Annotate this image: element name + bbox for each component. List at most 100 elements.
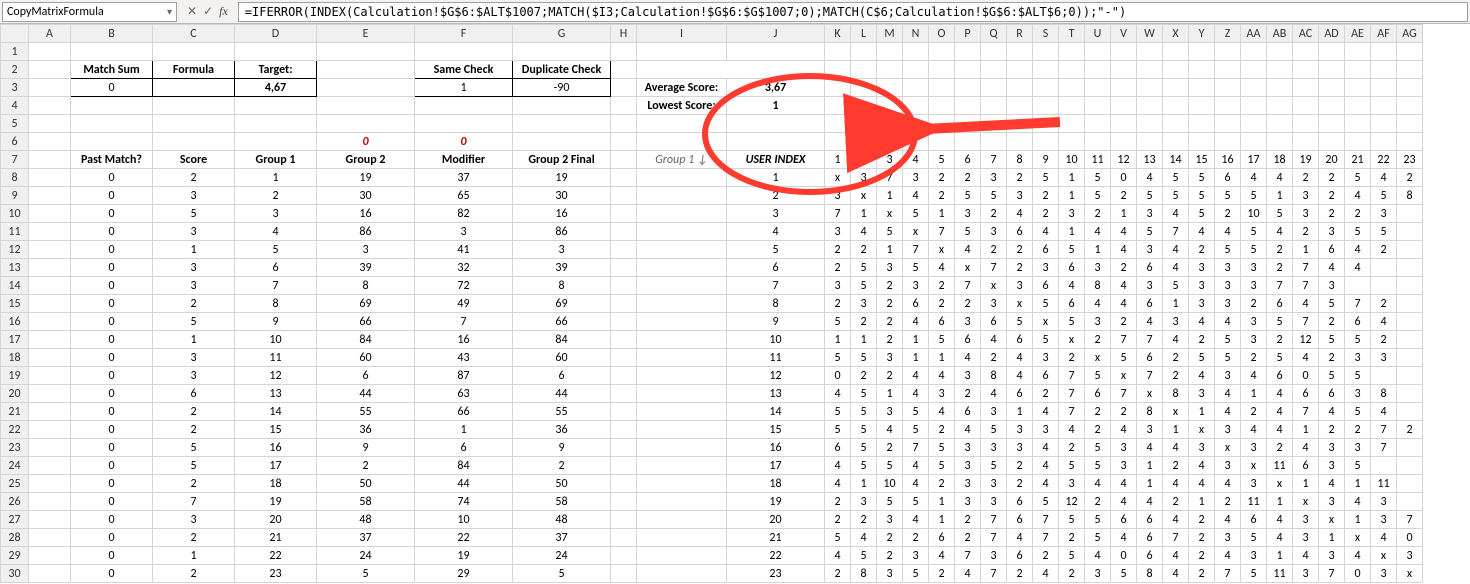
row-header-26[interactable]: 26: [1, 493, 29, 511]
cell[interactable]: [317, 115, 415, 133]
cell[interactable]: [1267, 43, 1293, 61]
cell[interactable]: [1397, 133, 1423, 151]
cell[interactable]: [29, 313, 71, 331]
cell[interactable]: [981, 79, 1007, 97]
col-header-R[interactable]: R: [1007, 25, 1033, 43]
cell[interactable]: [1085, 97, 1111, 115]
cell[interactable]: [29, 223, 71, 241]
cell[interactable]: [415, 43, 513, 61]
cell[interactable]: [955, 115, 981, 133]
cell[interactable]: [637, 349, 727, 367]
col-header-M[interactable]: M: [877, 25, 903, 43]
cell[interactable]: [637, 205, 727, 223]
col-header-AB[interactable]: AB: [1267, 25, 1293, 43]
cell[interactable]: [611, 475, 637, 493]
row-header-21[interactable]: 21: [1, 403, 29, 421]
cell[interactable]: [1319, 79, 1345, 97]
row-header-2[interactable]: 2: [1, 61, 29, 79]
cell[interactable]: [29, 421, 71, 439]
cell[interactable]: [1033, 115, 1059, 133]
cell[interactable]: [903, 133, 929, 151]
cell[interactable]: [1033, 97, 1059, 115]
cell[interactable]: [903, 43, 929, 61]
cell[interactable]: [235, 115, 317, 133]
cell[interactable]: [1137, 61, 1163, 79]
cell[interactable]: [1293, 115, 1319, 133]
cell[interactable]: [1293, 43, 1319, 61]
cell[interactable]: [637, 331, 727, 349]
cell[interactable]: [903, 79, 929, 97]
cell[interactable]: [637, 511, 727, 529]
col-header-P[interactable]: P: [955, 25, 981, 43]
cell[interactable]: [955, 79, 981, 97]
cell[interactable]: [1059, 61, 1085, 79]
cell[interactable]: [611, 115, 637, 133]
cell[interactable]: [1189, 97, 1215, 115]
row-header-13[interactable]: 13: [1, 259, 29, 277]
cell[interactable]: [825, 133, 851, 151]
cell[interactable]: [903, 115, 929, 133]
col-header-F[interactable]: F: [415, 25, 513, 43]
row-header-27[interactable]: 27: [1, 511, 29, 529]
row-header-15[interactable]: 15: [1, 295, 29, 313]
cell[interactable]: [877, 133, 903, 151]
row-header-30[interactable]: 30: [1, 565, 29, 583]
col-header-Z[interactable]: Z: [1215, 25, 1241, 43]
row-header-4[interactable]: 4: [1, 97, 29, 115]
cell[interactable]: [29, 79, 71, 97]
cell[interactable]: [955, 133, 981, 151]
cell[interactable]: [981, 133, 1007, 151]
cell[interactable]: [825, 115, 851, 133]
cell[interactable]: [1397, 61, 1423, 79]
cell[interactable]: [611, 205, 637, 223]
cell[interactable]: [1163, 61, 1189, 79]
col-header-E[interactable]: E: [317, 25, 415, 43]
cell[interactable]: [825, 79, 851, 97]
col-header-D[interactable]: D: [235, 25, 317, 43]
cell[interactable]: [153, 97, 235, 115]
cell[interactable]: [29, 295, 71, 313]
cell[interactable]: [513, 115, 611, 133]
col-header-H[interactable]: H: [611, 25, 637, 43]
cell[interactable]: [611, 331, 637, 349]
cell[interactable]: [637, 421, 727, 439]
cell[interactable]: [611, 151, 637, 169]
cell[interactable]: [29, 151, 71, 169]
row-header-3[interactable]: 3: [1, 79, 29, 97]
cell[interactable]: [1319, 43, 1345, 61]
select-all-corner[interactable]: [1, 25, 29, 43]
cell[interactable]: [637, 277, 727, 295]
cell[interactable]: [981, 61, 1007, 79]
cell[interactable]: [955, 43, 981, 61]
row-header-25[interactable]: 25: [1, 475, 29, 493]
col-header-AF[interactable]: AF: [1371, 25, 1397, 43]
cell[interactable]: [29, 475, 71, 493]
cell[interactable]: [981, 97, 1007, 115]
cell[interactable]: [1085, 115, 1111, 133]
cell[interactable]: [29, 331, 71, 349]
cell[interactable]: [1267, 79, 1293, 97]
cell[interactable]: [513, 133, 611, 151]
cell[interactable]: [611, 511, 637, 529]
row-header-14[interactable]: 14: [1, 277, 29, 295]
cell[interactable]: [611, 169, 637, 187]
col-header-W[interactable]: W: [1137, 25, 1163, 43]
formula-cell-selected[interactable]: [153, 79, 235, 97]
col-header-AA[interactable]: AA: [1241, 25, 1267, 43]
cell[interactable]: [1111, 115, 1137, 133]
cell[interactable]: [929, 79, 955, 97]
cell[interactable]: [955, 61, 981, 79]
cell[interactable]: [981, 115, 1007, 133]
cell[interactable]: [611, 385, 637, 403]
cell[interactable]: [929, 43, 955, 61]
cell[interactable]: [29, 61, 71, 79]
cell[interactable]: [1293, 79, 1319, 97]
cell[interactable]: [877, 97, 903, 115]
cell[interactable]: [29, 439, 71, 457]
cell[interactable]: [1241, 115, 1267, 133]
cell[interactable]: [29, 115, 71, 133]
cell[interactable]: [1215, 115, 1241, 133]
cell[interactable]: [1319, 97, 1345, 115]
cell[interactable]: [611, 457, 637, 475]
cell[interactable]: [611, 241, 637, 259]
